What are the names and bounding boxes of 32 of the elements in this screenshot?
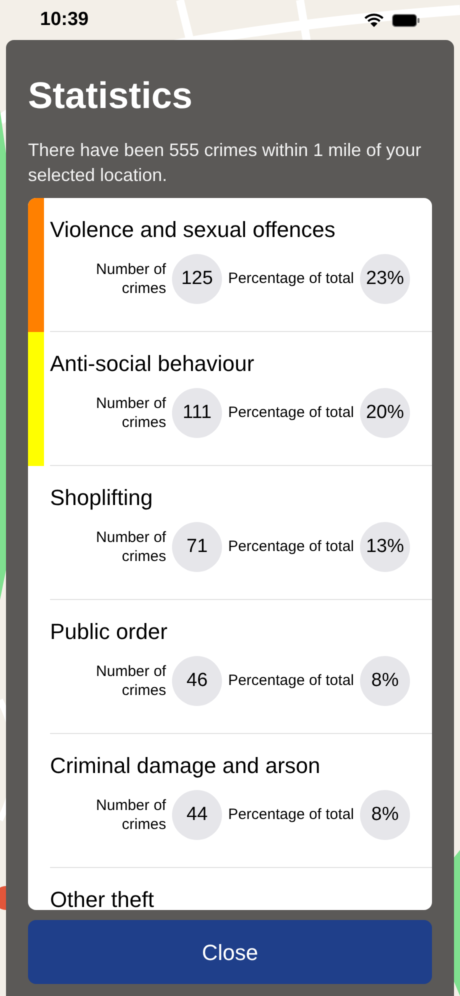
close-button[interactable]: Close	[28, 920, 432, 984]
percentage-label: Percentage of total	[228, 268, 354, 289]
crime-percentage: 23%	[360, 254, 410, 304]
count-label: Number of crimes	[95, 394, 166, 432]
category-title: Public order	[50, 618, 168, 646]
category-title: Shoplifting	[50, 484, 154, 512]
crime-count: 71	[172, 522, 222, 572]
category-title: Other theft	[50, 886, 155, 910]
sheet-title: Statistics	[28, 74, 194, 118]
count-label: Number of crimes	[95, 662, 166, 700]
count-label: Number of crimes	[95, 796, 166, 834]
crime-percentage: 13%	[360, 522, 410, 572]
summary-text: There have been 555 crimes within 1 mile of your selected location.	[28, 139, 422, 187]
crime-percentage: 8%	[360, 790, 410, 840]
category-title: Violence and sexual offences	[50, 216, 336, 244]
wifi-icon	[364, 12, 384, 28]
percentage-label: Percentage of total	[228, 670, 354, 691]
battery-icon	[392, 14, 420, 26]
percentage-label: Percentage of total	[228, 402, 354, 423]
crime-count: 111	[172, 388, 222, 438]
crime-count: 46	[172, 656, 222, 706]
count-label: Number of crimes	[95, 260, 166, 298]
category-title: Anti-social behaviour	[50, 350, 256, 378]
crime-percentage: 8%	[360, 656, 410, 706]
percentage-label: Percentage of total	[228, 536, 354, 557]
count-label: Number of crimes	[95, 528, 166, 566]
status-time: 10:39	[40, 8, 89, 32]
crime-percentage: 20%	[360, 388, 410, 438]
crime-count: 44	[172, 790, 222, 840]
category-title: Criminal damage and arson	[50, 752, 322, 780]
percentage-label: Percentage of total	[228, 804, 354, 825]
crime-count: 125	[172, 254, 222, 304]
